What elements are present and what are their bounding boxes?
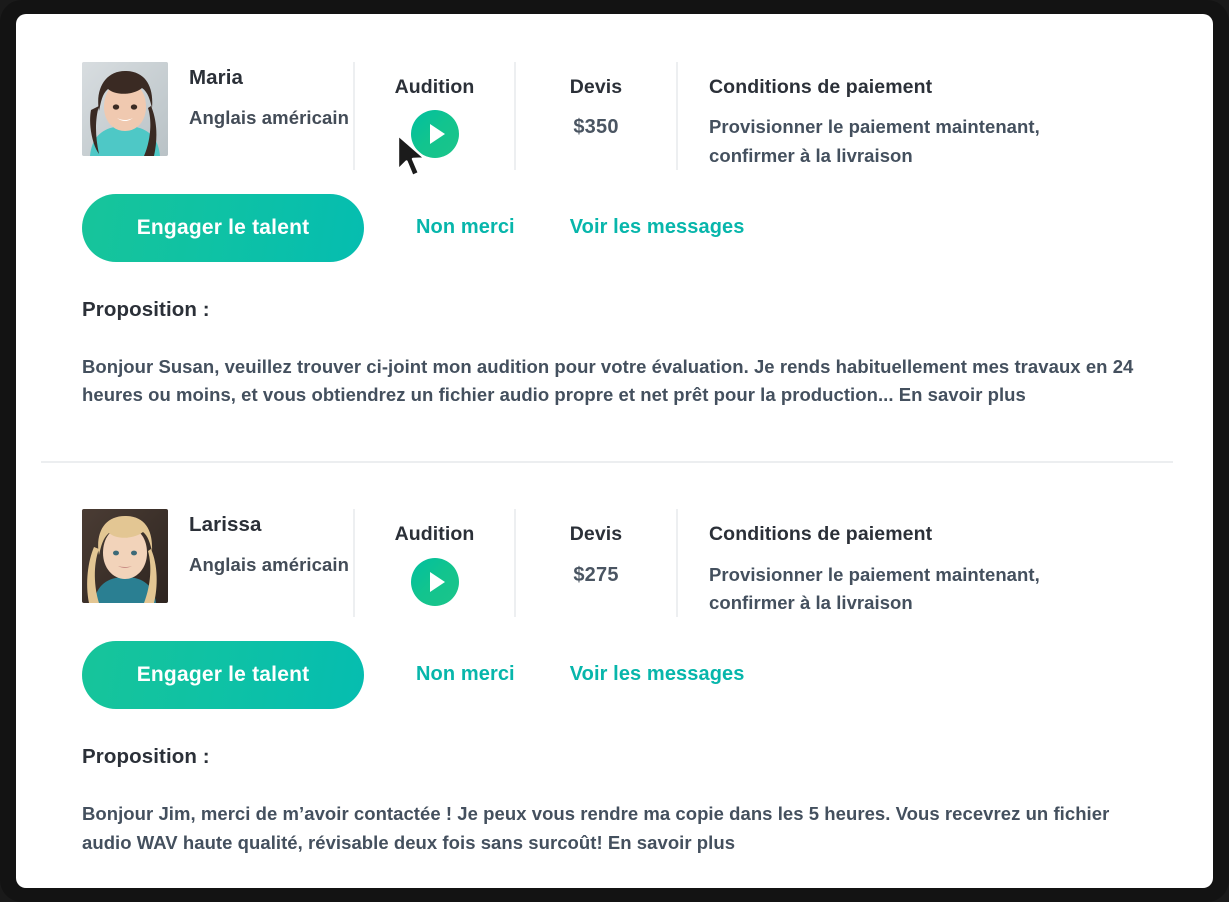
view-messages-link[interactable]: Voir les messages	[570, 663, 745, 686]
quote-amount: $275	[573, 563, 619, 586]
talent-identity: Larissa Anglais américain	[16, 509, 353, 604]
decline-link[interactable]: Non merci	[416, 663, 515, 686]
talent-name: Maria	[189, 66, 244, 89]
learn-more-link[interactable]: En savoir plus	[894, 384, 1026, 405]
quote-column: Devis $275	[516, 509, 676, 586]
proposal-label: Proposition :	[82, 744, 210, 768]
quote-amount: $350	[573, 116, 619, 139]
play-icon[interactable]	[410, 557, 459, 606]
talent-language: Anglais américain	[189, 553, 350, 575]
payment-terms-label: Conditions de paiement	[709, 523, 933, 546]
talent-summary-row: Maria Anglais américain Audition Devis $…	[16, 62, 1213, 178]
view-messages-link[interactable]: Voir les messages	[570, 216, 745, 239]
audition-label: Audition	[394, 523, 475, 546]
audition-label: Audition	[394, 76, 475, 98]
proposal-text: Bonjour Jim, merci de m’avoir contactée …	[16, 800, 1213, 858]
play-icon[interactable]	[410, 110, 459, 159]
payment-terms-column: Conditions de paiement Provisionner le p…	[678, 62, 1213, 170]
talent-proposal-card: Larissa Anglais américain Audition Devis…	[16, 463, 1213, 857]
card-actions: Engager le talent Non merci Voir les mes…	[16, 640, 1213, 709]
talent-text: Maria Anglais américain	[168, 62, 349, 129]
payment-terms-column: Conditions de paiement Provisionner le p…	[678, 509, 1213, 617]
payment-terms-text: Provisionner le paiement maintenant, con…	[709, 116, 1040, 166]
talent-summary-row: Larissa Anglais américain Audition Devis…	[16, 509, 1213, 617]
avatar-photo-larissa	[82, 509, 168, 604]
avatar	[82, 509, 168, 604]
avatar	[82, 62, 168, 156]
audition-column: Audition	[355, 62, 514, 178]
proposal-label: Proposition :	[82, 297, 210, 321]
app-screen: Maria Anglais américain Audition Devis $…	[16, 14, 1213, 888]
quote-label: Devis	[569, 523, 623, 546]
talent-proposal-card: Maria Anglais américain Audition Devis $…	[16, 14, 1213, 410]
hire-talent-button[interactable]: Engager le talent	[82, 640, 364, 709]
play-triangle	[429, 124, 445, 145]
talent-text: Larissa Anglais américain	[168, 509, 349, 576]
payment-terms-label: Conditions de paiement	[709, 76, 933, 98]
hire-talent-button[interactable]: Engager le talent	[82, 193, 364, 262]
payment-terms-text: Provisionner le paiement maintenant, con…	[709, 563, 1040, 613]
proposal-text: Bonjour Susan, veuillez trouver ci-joint…	[16, 353, 1213, 411]
learn-more-link[interactable]: En savoir plus	[603, 832, 735, 853]
quote-column: Devis $350	[516, 62, 676, 139]
talent-name: Larissa	[189, 513, 262, 537]
quote-label: Devis	[569, 76, 623, 98]
device-frame: Maria Anglais américain Audition Devis $…	[0, 0, 1229, 902]
decline-link[interactable]: Non merci	[416, 216, 515, 239]
card-actions: Engager le talent Non merci Voir les mes…	[16, 193, 1213, 262]
talent-identity: Maria Anglais américain	[16, 62, 353, 156]
audition-player	[355, 557, 514, 606]
talent-language: Anglais américain	[189, 106, 350, 128]
play-triangle	[429, 571, 445, 592]
proposal-body: Bonjour Jim, merci de m’avoir contactée …	[82, 802, 1110, 853]
audition-column: Audition	[355, 509, 514, 606]
avatar-photo-maria	[82, 62, 168, 156]
audition-player	[355, 110, 514, 178]
